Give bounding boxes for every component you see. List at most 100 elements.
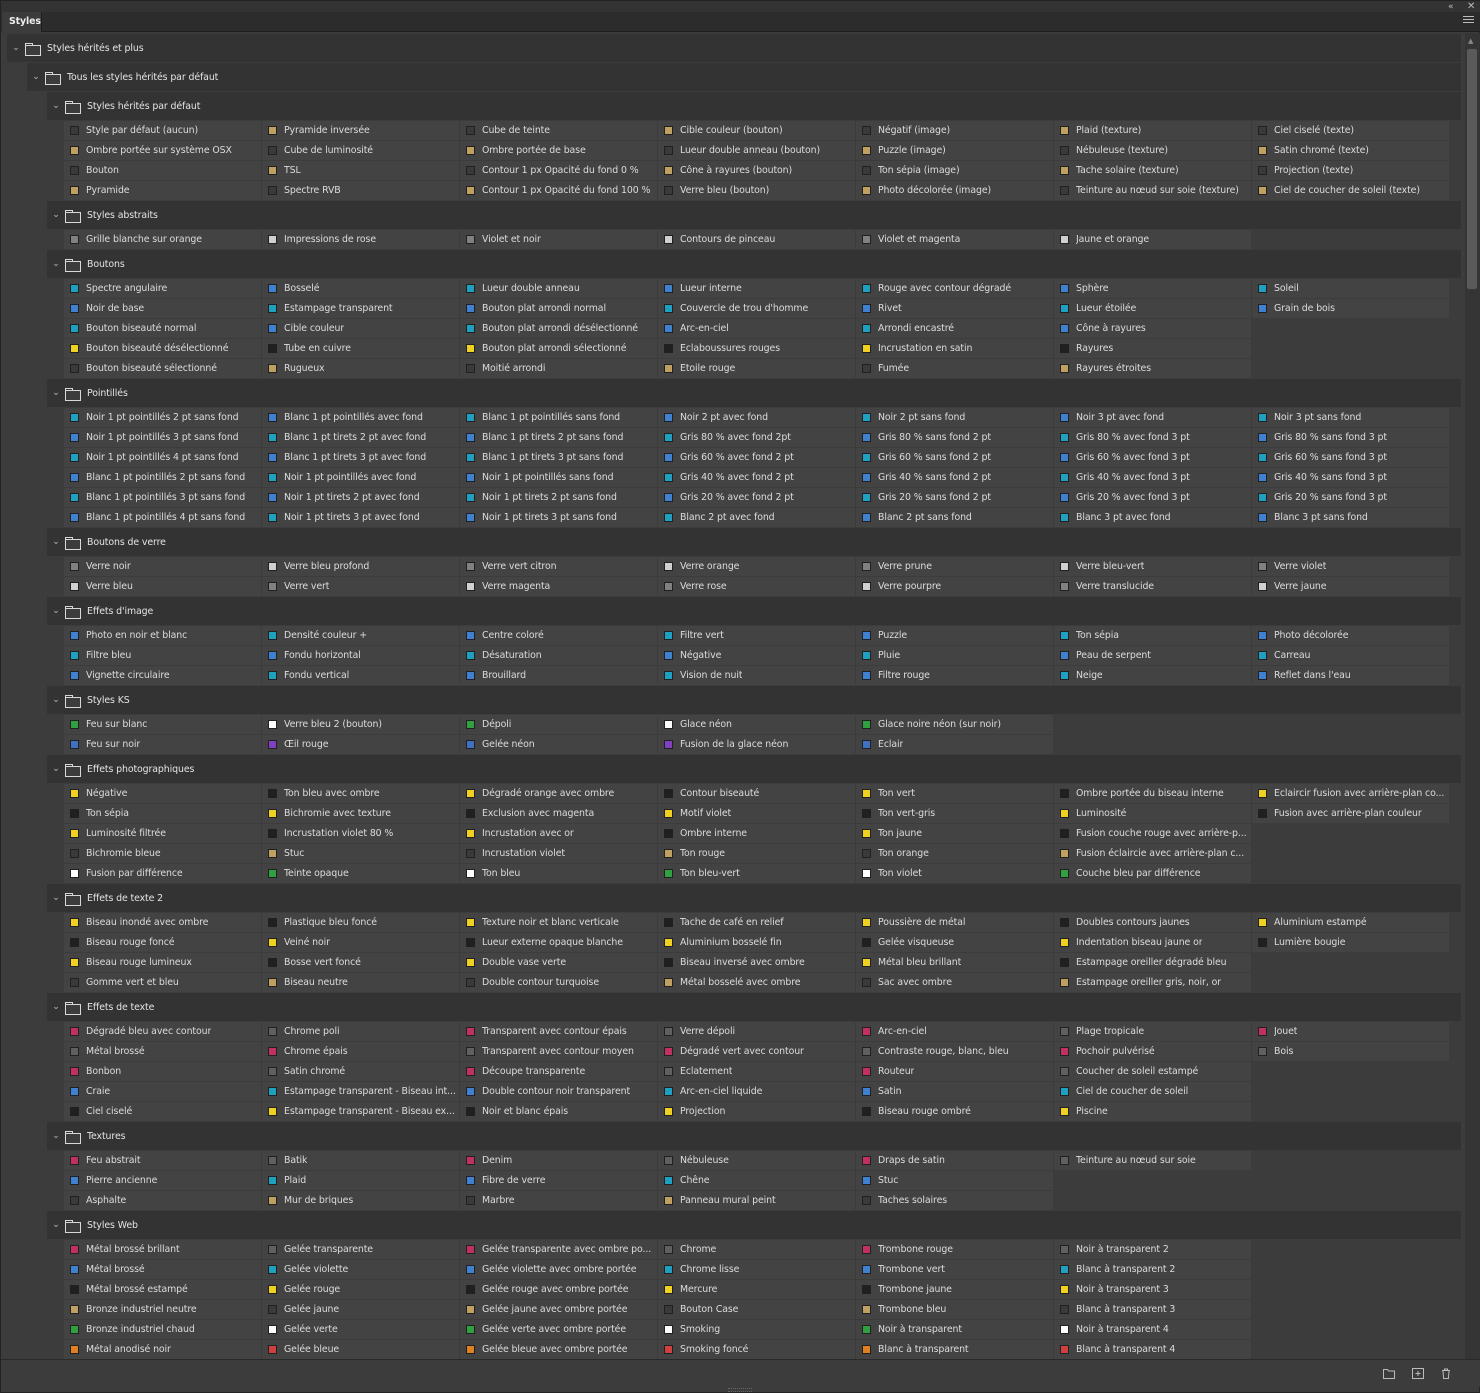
style-item[interactable]: Arc-en-ciel liquide (658, 1082, 855, 1101)
style-item[interactable]: Blanc 1 pt pointillés avec fond (262, 408, 459, 427)
style-item[interactable]: Noir 3 pt sans fond (1252, 408, 1449, 427)
style-item[interactable]: Feu sur noir (64, 735, 261, 754)
style-item[interactable]: Bichromie avec texture (262, 804, 459, 823)
style-item[interactable]: Contours de pinceau (658, 230, 855, 249)
style-item[interactable]: Gelée verte avec ombre portée (460, 1320, 657, 1339)
style-item[interactable]: Dégradé bleu avec contour (64, 1022, 261, 1041)
style-item[interactable]: Verre orange (658, 557, 855, 576)
style-item[interactable]: Ombre portée du biseau interne (1054, 784, 1251, 803)
chevron-down-icon[interactable]: ⌄ (49, 1220, 63, 1230)
style-item[interactable]: Noir 2 pt avec fond (658, 408, 855, 427)
style-item[interactable]: Rayures (1054, 339, 1251, 358)
style-item[interactable]: Lumière bougie (1252, 933, 1449, 952)
style-item[interactable]: Luminosité filtrée (64, 824, 261, 843)
style-item[interactable]: Négative (64, 784, 261, 803)
style-item[interactable]: Fusion de la glace néon (658, 735, 855, 754)
style-item[interactable]: Blanc à transparent 3 (1054, 1300, 1251, 1319)
style-item[interactable]: Gris 40 % sans fond 2 pt (856, 468, 1053, 487)
style-item[interactable]: Estampage transparent - Biseau ex... (262, 1102, 459, 1121)
style-item[interactable]: Mercure (658, 1280, 855, 1299)
style-item[interactable]: Routeur (856, 1062, 1053, 1081)
group-header[interactable]: ⌄ Effets de texte 2 (49, 884, 163, 912)
style-item[interactable]: Double vase verte (460, 953, 657, 972)
style-item[interactable]: Trombone jaune (856, 1280, 1053, 1299)
delete-icon[interactable] (1440, 1368, 1452, 1379)
style-item[interactable]: Chrome (658, 1240, 855, 1259)
style-item[interactable]: Satin chromé (texte) (1252, 141, 1449, 160)
style-item[interactable]: Fumée (856, 359, 1053, 378)
style-item[interactable]: Aluminium bosselé fin (658, 933, 855, 952)
style-item[interactable]: Soleil (1252, 279, 1449, 298)
group-header[interactable]: ⌄ Textures (49, 1122, 126, 1150)
style-item[interactable]: Biseau rouge foncé (64, 933, 261, 952)
style-item[interactable]: Contour 1 px Opacité du fond 100 % (460, 181, 657, 200)
style-item[interactable]: Ciel ciselé (texte) (1252, 121, 1449, 140)
style-item[interactable]: Pluie (856, 646, 1053, 665)
group-header[interactable]: ⌄ Styles hérités et plus (9, 34, 144, 62)
style-item[interactable]: Blanc à transparent 2 (1054, 1260, 1251, 1279)
style-item[interactable]: Gris 20 % avec fond 2 pt (658, 488, 855, 507)
style-item[interactable]: Chrome épais (262, 1042, 459, 1061)
style-item[interactable]: Arc-en-ciel (658, 319, 855, 338)
style-item[interactable]: Dépoli (460, 715, 657, 734)
style-item[interactable]: Gelée néon (460, 735, 657, 754)
style-item[interactable]: Noir 1 pt pointillés 2 pt sans fond (64, 408, 261, 427)
style-item[interactable]: Œil rouge (262, 735, 459, 754)
style-item[interactable]: Gris 80 % avec fond 3 pt (1054, 428, 1251, 447)
style-item[interactable]: Satin chromé (262, 1062, 459, 1081)
style-item[interactable]: Aluminium estampé (1252, 913, 1449, 932)
style-item[interactable]: Incrustation violet (460, 844, 657, 863)
style-item[interactable]: Gelée rouge (262, 1280, 459, 1299)
style-item[interactable]: Jouet (1252, 1022, 1449, 1041)
style-item[interactable]: Noir à transparent 4 (1054, 1320, 1251, 1339)
style-item[interactable]: Jaune et orange (1054, 230, 1251, 249)
style-item[interactable]: Lueur double anneau (460, 279, 657, 298)
style-item[interactable]: Ciel ciselé (64, 1102, 261, 1121)
style-item[interactable]: Photo décolorée (image) (856, 181, 1053, 200)
style-item[interactable]: Style par défaut (aucun) (64, 121, 261, 140)
style-item[interactable]: Indentation biseau jaune or (1054, 933, 1251, 952)
style-item[interactable]: Chrome lisse (658, 1260, 855, 1279)
group-header[interactable]: ⌄ Styles hérités par défaut (49, 92, 200, 120)
style-item[interactable]: Bouton plat arrondi désélectionné (460, 319, 657, 338)
style-item[interactable]: Verre vert citron (460, 557, 657, 576)
style-item[interactable]: Découpe transparente (460, 1062, 657, 1081)
style-item[interactable]: Pyramide (64, 181, 261, 200)
style-item[interactable]: Cône à rayures (1054, 319, 1251, 338)
style-item[interactable]: Contour biseauté (658, 784, 855, 803)
style-item[interactable]: Désaturation (460, 646, 657, 665)
style-item[interactable]: Ombre portée sur système OSX (64, 141, 261, 160)
style-item[interactable]: Lueur interne (658, 279, 855, 298)
style-item[interactable]: Cône à rayures (bouton) (658, 161, 855, 180)
style-item[interactable]: Verre pourpre (856, 577, 1053, 596)
style-item[interactable]: Noir 1 pt pointillés sans fond (460, 468, 657, 487)
group-header[interactable]: ⌄ Boutons (49, 250, 125, 278)
style-item[interactable]: Blanc 1 pt pointillés 4 pt sans fond (64, 508, 261, 527)
style-item[interactable]: Bosse vert foncé (262, 953, 459, 972)
chevron-down-icon[interactable]: ⌄ (49, 537, 63, 547)
style-item[interactable]: Exclusion avec magenta (460, 804, 657, 823)
style-item[interactable]: Blanc 1 pt tirets 3 pt avec fond (262, 448, 459, 467)
style-item[interactable]: Nébuleuse (texture) (1054, 141, 1251, 160)
style-item[interactable]: Couche bleu par différence (1054, 864, 1251, 883)
style-item[interactable]: Verre translucide (1054, 577, 1251, 596)
style-item[interactable]: Teinture au nœud sur soie (1054, 1151, 1251, 1170)
style-item[interactable]: Asphalte (64, 1191, 261, 1210)
style-item[interactable]: Tube en cuivre (262, 339, 459, 358)
style-item[interactable]: Piscine (1054, 1102, 1251, 1121)
style-item[interactable]: Ombre interne (658, 824, 855, 843)
style-item[interactable]: Ton sépia (1054, 626, 1251, 645)
group-header[interactable]: ⌄ Styles KS (49, 686, 130, 714)
style-item[interactable]: Biseau rouge lumineux (64, 953, 261, 972)
style-item[interactable]: Chêne (658, 1171, 855, 1190)
style-item[interactable]: Négative (658, 646, 855, 665)
style-item[interactable]: Négatif (image) (856, 121, 1053, 140)
style-item[interactable]: Blanc 1 pt tirets 3 pt sans fond (460, 448, 657, 467)
style-item[interactable]: Dégradé orange avec ombre (460, 784, 657, 803)
style-item[interactable]: Glace noire néon (sur noir) (856, 715, 1053, 734)
style-item[interactable]: Blanc 1 pt pointillés 3 pt sans fond (64, 488, 261, 507)
style-item[interactable]: Ton vert-gris (856, 804, 1053, 823)
style-item[interactable]: Gris 40 % avec fond 3 pt (1054, 468, 1251, 487)
style-item[interactable]: Plastique bleu foncé (262, 913, 459, 932)
panel-menu-icon[interactable] (1463, 16, 1474, 26)
